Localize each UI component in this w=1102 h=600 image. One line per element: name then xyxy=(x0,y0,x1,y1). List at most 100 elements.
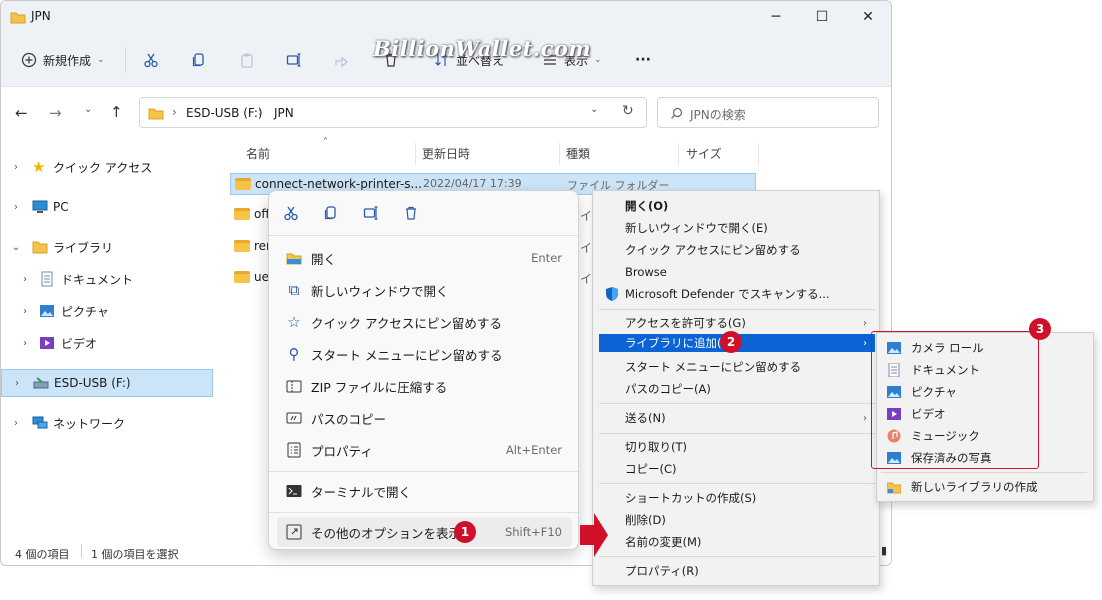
menu-item-open-new-window[interactable]: ⧉ 新しいウィンドウで開く xyxy=(277,275,572,305)
back-arrow-icon[interactable]: ← xyxy=(15,104,28,122)
recent-chevron-icon[interactable]: ⌄ xyxy=(84,104,92,115)
sidebar-item-videos[interactable]: › ビデオ xyxy=(1,329,213,357)
menu-item-properties[interactable]: プロパティ(R) xyxy=(599,560,875,582)
menu-divider xyxy=(269,512,580,513)
toolbar-divider xyxy=(125,47,126,73)
close-button[interactable]: ✕ xyxy=(845,1,891,33)
refresh-icon[interactable]: ↻ xyxy=(622,103,634,119)
chevron-right-icon[interactable]: › xyxy=(19,338,31,349)
menu-item-open-terminal[interactable]: ターミナルで開く xyxy=(277,476,572,506)
column-header-type[interactable]: 種類 xyxy=(566,145,590,162)
menu-item-grant-access[interactable]: アクセスを許可する(G) › xyxy=(599,312,875,334)
column-header-date[interactable]: 更新日時 xyxy=(422,145,470,162)
menu-item-browse[interactable]: Browse xyxy=(599,261,875,283)
menu-item-copy[interactable]: コピー(C) xyxy=(599,458,875,480)
close-icon: ✕ xyxy=(862,9,874,25)
menu-item-compress-zip[interactable]: ZIP ファイルに圧縮する xyxy=(277,371,572,401)
chevron-right-icon[interactable]: › xyxy=(19,306,31,317)
menu-item-open[interactable]: 開く Enter xyxy=(277,243,572,273)
column-header-name[interactable]: 名前 xyxy=(246,145,270,162)
menu-item-pin-start[interactable]: スタート メニューにピン留めする xyxy=(599,356,875,378)
sidebar-item-network[interactable]: › ネットワーク xyxy=(1,409,213,437)
new-button[interactable]: 新規作成 ⌄ xyxy=(21,47,105,73)
menu-item-copy-path[interactable]: パスのコピー(A) xyxy=(599,378,875,400)
menu-copy-button[interactable] xyxy=(323,205,339,224)
selected-count: 1 個の項目を選択 xyxy=(91,548,179,561)
navigation-pane: › ★ クイック アクセス › PC ⌄ ライブラリ › ドキュメント › ピク… xyxy=(1,137,216,537)
breadcrumb-drive[interactable]: ESD-USB (F:) xyxy=(186,106,263,120)
column-divider[interactable] xyxy=(678,143,679,165)
menu-item-send-to[interactable]: 送る(N) › xyxy=(599,407,875,429)
chevron-right-icon[interactable]: › xyxy=(10,418,22,429)
sidebar-item-pictures[interactable]: › ピクチャ xyxy=(1,297,213,325)
chevron-right-icon[interactable]: › xyxy=(19,274,31,285)
maximize-button[interactable]: ☐ xyxy=(799,1,845,33)
sidebar-item-quick-access[interactable]: › ★ クイック アクセス xyxy=(1,153,213,181)
folder-icon xyxy=(234,271,250,286)
chevron-down-icon[interactable]: ⌄ xyxy=(10,242,22,253)
menu-item-create-shortcut[interactable]: ショートカットの作成(S) xyxy=(599,487,875,509)
menu-item-pin-start[interactable]: ⚲ スタート メニューにピン留めする xyxy=(277,339,572,369)
address-bar[interactable]: › ESD-USB (F:) › JPN ⌄ ↻ xyxy=(139,97,647,128)
menu-item-label: 切り取り(T) xyxy=(625,440,687,454)
zip-icon xyxy=(285,377,303,395)
sort-indicator-icon: ˄ xyxy=(323,137,328,148)
menu-cut-button[interactable] xyxy=(283,205,299,224)
up-arrow-icon[interactable]: ↑ xyxy=(110,103,123,121)
more-icon: ··· xyxy=(635,52,651,68)
minimize-button[interactable]: ─ xyxy=(753,1,799,33)
menu-divider xyxy=(599,403,875,404)
pictures-icon xyxy=(40,305,54,317)
menu-item-pin-quick-access[interactable]: クイック アクセスにピン留めする xyxy=(599,239,875,261)
address-chevron-icon[interactable]: ⌄ xyxy=(590,104,598,115)
rename-icon xyxy=(363,206,378,220)
chevron-right-icon[interactable]: › xyxy=(10,202,22,213)
search-box[interactable]: JPNの検索 xyxy=(657,97,879,128)
sidebar-item-label: ビデオ xyxy=(61,336,98,351)
menu-item-pin-quick-access[interactable]: ☆ クイック アクセスにピン留めする xyxy=(277,307,572,337)
menu-item-copy-path[interactable]: パスのコピー xyxy=(277,403,572,433)
menu-delete-button[interactable] xyxy=(403,205,419,224)
menu-item-cut[interactable]: 切り取り(T) xyxy=(599,436,875,458)
more-button[interactable]: ··· xyxy=(635,47,651,73)
sidebar-item-pc[interactable]: › PC xyxy=(1,193,213,221)
copy-icon xyxy=(192,53,204,67)
chevron-right-icon[interactable]: › xyxy=(10,162,22,173)
column-divider[interactable] xyxy=(559,143,560,165)
breadcrumb-folder[interactable]: JPN xyxy=(274,106,294,120)
menu-item-defender-scan[interactable]: Microsoft Defender でスキャンする... xyxy=(599,283,875,305)
share-button[interactable] xyxy=(334,47,350,73)
menu-item-show-more-options[interactable]: その他のオプションを表示 Shift+F10 xyxy=(277,517,572,547)
submenu-item-new-library[interactable]: 新しいライブラリの作成 xyxy=(881,476,1087,498)
menu-item-rename[interactable]: 名前の変更(M) xyxy=(599,531,875,553)
menu-divider xyxy=(881,472,1087,473)
forward-arrow-icon[interactable]: → xyxy=(49,104,62,122)
paste-button[interactable] xyxy=(239,47,255,73)
column-divider[interactable] xyxy=(415,143,416,165)
sidebar-item-label: ライブラリ xyxy=(53,240,114,255)
rename-button[interactable] xyxy=(286,47,302,73)
cut-button[interactable] xyxy=(143,47,159,73)
menu-item-open[interactable]: 開く(O) xyxy=(599,195,875,217)
menu-item-label: スタート メニューにピン留めする xyxy=(625,360,802,374)
breadcrumb-separator: › xyxy=(172,105,177,119)
menu-item-properties[interactable]: プロパティ Alt+Enter xyxy=(277,435,572,465)
menu-item-open-new-window[interactable]: 新しいウィンドウで開く(E) xyxy=(599,217,875,239)
window-title: JPN xyxy=(31,9,51,23)
sidebar-item-usb-drive[interactable]: › ESD-USB (F:) xyxy=(1,369,213,397)
network-icon xyxy=(32,416,48,429)
column-header-size[interactable]: サイズ xyxy=(686,145,722,162)
menu-rename-button[interactable] xyxy=(363,205,379,224)
chevron-right-icon[interactable]: › xyxy=(11,378,23,389)
sidebar-item-libraries[interactable]: ⌄ ライブラリ xyxy=(1,233,213,261)
copy-button[interactable] xyxy=(191,47,207,73)
view-toggle-icon[interactable]: ▮ xyxy=(881,544,887,557)
menu-item-label: スタート メニューにピン留めする xyxy=(311,347,503,363)
new-button-label: 新規作成 xyxy=(43,53,92,68)
breadcrumb-separator: › xyxy=(258,105,263,119)
column-divider[interactable] xyxy=(758,143,759,165)
menu-divider xyxy=(599,309,875,310)
sidebar-item-documents[interactable]: › ドキュメント xyxy=(1,265,213,293)
submenu-item-label: 新しいライブラリの作成 xyxy=(911,480,1038,494)
menu-item-delete[interactable]: 削除(D) xyxy=(599,509,875,531)
